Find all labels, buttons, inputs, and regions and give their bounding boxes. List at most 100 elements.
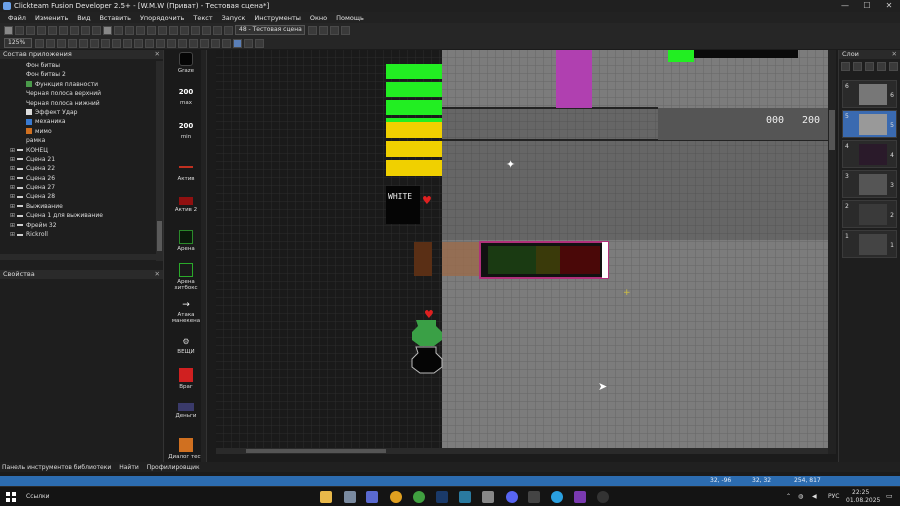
menu-tools[interactable]: Инструменты [254,14,301,22]
save-icon[interactable] [26,25,35,35]
gear-icon[interactable] [482,491,494,503]
tree-item[interactable]: ⊞ Сцена 1 для выживание [0,211,156,220]
align-left-icon[interactable] [112,38,121,48]
layer-up-icon[interactable] [865,62,874,71]
editor-vscroll[interactable] [828,50,836,454]
run-app-icon[interactable] [202,25,211,35]
tree-item[interactable]: Функция плавности [0,80,156,89]
align-center-icon[interactable] [123,38,132,48]
clock-time[interactable]: 22:25 [852,489,869,496]
expand-icon[interactable]: ⊞ [10,231,17,238]
frame-editor-icon[interactable] [147,25,156,35]
workspace-scrollbar[interactable] [156,61,163,261]
run-frame-icon[interactable] [213,25,222,35]
menu-arrange[interactable]: Упорядочить [140,14,184,22]
tree-item[interactable]: Черная полоса верхний [0,89,156,98]
align-right-icon[interactable] [134,38,143,48]
zoom-out-icon[interactable] [46,38,55,48]
event-editor-icon[interactable] [158,25,167,35]
notification-icon[interactable]: ▭ [886,492,893,500]
list-view-icon[interactable] [233,38,242,48]
order-icon[interactable] [222,38,231,48]
run-icon[interactable] [114,25,123,35]
stop-icon[interactable] [125,25,134,35]
settings-icon[interactable] [528,491,540,503]
minimize-button[interactable]: — [834,0,856,12]
windows-start-icon[interactable] [6,492,16,502]
vscode-icon[interactable] [574,491,586,503]
menu-insert[interactable]: Вставить [99,14,130,22]
frame-select[interactable]: 48 - Тестовая сцена [235,25,305,35]
taskbar-search[interactable]: Ссылки [26,493,50,500]
tab-profiler[interactable]: Профилировщик [147,464,200,471]
tree-item[interactable]: Эффект Удар [0,108,156,117]
maximize-button[interactable]: ☐ [856,0,878,12]
copy-icon[interactable] [48,25,57,35]
language-indicator[interactable]: РУС [828,493,839,500]
back-color-icon[interactable] [156,38,165,48]
grid-toggle-icon[interactable] [57,38,66,48]
paste-icon[interactable] [59,25,68,35]
layout-icon[interactable] [200,38,209,48]
steam-icon[interactable] [344,491,356,503]
storyboard-icon[interactable] [136,25,145,35]
redo-icon[interactable] [92,25,101,35]
frame-editor[interactable]: WHITE ♥ ♥ 000 200 ✦ + ➤ [216,50,828,454]
delete-layer-icon[interactable] [853,62,862,71]
chrome-alt-icon[interactable] [413,491,425,503]
discord-icon[interactable] [506,491,518,503]
tab-find[interactable]: Найти [119,464,138,471]
image-icon[interactable] [178,38,187,48]
menu-view[interactable]: Вид [77,14,90,22]
layer-item[interactable]: 55 [842,110,897,138]
obs-icon[interactable] [597,491,609,503]
menu-edit[interactable]: Изменить [35,14,68,22]
layer-delete-icon[interactable] [889,62,898,71]
snap-toggle-icon[interactable] [68,38,77,48]
clock-date[interactable]: 01.08.2025 [846,497,880,504]
tree-item[interactable]: Черная полоса нижний [0,99,156,108]
data-icon[interactable] [180,25,189,35]
font-icon[interactable] [101,38,110,48]
tree-item[interactable]: Фон битвы [0,61,156,70]
volume-icon[interactable]: ◀ [812,493,817,500]
show-grid-icon[interactable] [341,25,350,35]
telegram-icon[interactable] [551,491,563,503]
zoom-in-icon[interactable] [35,38,44,48]
layer-item[interactable]: 33 [842,170,897,198]
close-icon[interactable]: ✕ [155,50,160,59]
vscroll-thumb[interactable] [829,110,835,150]
grid-icon[interactable] [191,25,200,35]
expand-icon[interactable]: ⊞ [10,212,17,219]
layer-item[interactable]: 66 [842,80,897,108]
fusion-app-icon[interactable] [366,491,378,503]
menu-text[interactable]: Текст [193,14,212,22]
object-scrollbar[interactable] [201,50,206,462]
bold-icon[interactable] [79,38,88,48]
expand-icon[interactable]: ⊞ [10,165,17,172]
chrome-icon[interactable] [390,491,402,503]
tree-item[interactable]: ⊞ Сцена 22 [0,164,156,173]
add-layer-icon[interactable] [841,62,850,71]
tree-item[interactable]: ⊞ Фрейм 32 [0,221,156,230]
layer-item[interactable]: 11 [842,230,897,258]
layer-item[interactable]: 44 [842,140,897,168]
search-icon[interactable] [255,38,264,48]
text-color-icon[interactable] [145,38,154,48]
layer-down-icon[interactable] [877,62,886,71]
tree-item[interactable]: Фон битвы 2 [0,70,156,79]
close-icon[interactable]: ✕ [155,270,160,279]
workspace-hscroll[interactable] [0,254,156,260]
tree-item[interactable]: ⊞ КОНЕЦ [0,146,156,155]
event-list-icon[interactable] [169,25,178,35]
hscroll-thumb[interactable] [246,449,386,453]
tree-item[interactable]: мимо [0,127,156,136]
editor-hscroll[interactable] [216,448,828,454]
tree-item[interactable]: рамка [0,136,156,145]
tray-chevron-icon[interactable]: ⌃ [786,493,791,500]
expand-icon[interactable]: ⊞ [10,184,17,191]
scene-canvas[interactable]: WHITE ♥ ♥ 000 200 ✦ + ➤ [216,50,828,454]
zoom-select[interactable]: 125% [4,38,32,48]
italic-icon[interactable] [90,38,99,48]
tree-item[interactable]: ⊞ Rickroll [0,230,156,239]
